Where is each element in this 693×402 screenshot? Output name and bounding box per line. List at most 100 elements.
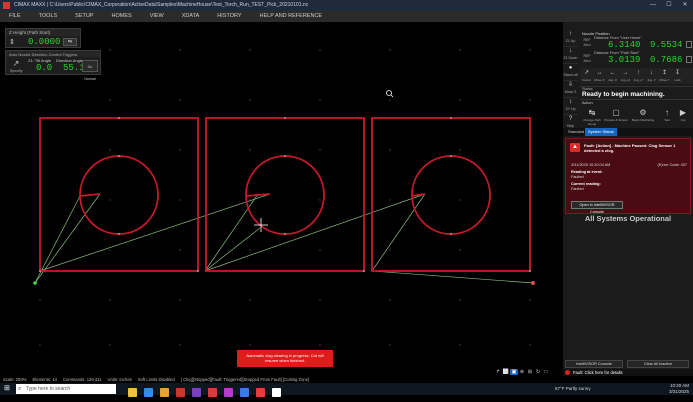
lock-button[interactable]: ↧ Lock — [671, 68, 684, 84]
z-tools-column: ↑ Z1 Up ↓ Z1 Down ● Stand-off ⇩ Move Z ↕ XY U… — [563, 30, 578, 140]
test-icon: ↑ — [665, 108, 669, 117]
jog-minus-y-button[interactable]: ↓ Jog -Y — [645, 68, 658, 84]
taskbar-app-1-icon[interactable] — [128, 388, 137, 397]
direction-arrow-icon: ↗ — [12, 59, 20, 68]
taskbar-app-2-icon[interactable] — [144, 388, 153, 397]
preview-screen-button[interactable]: ▢ Preview & Screen — [604, 108, 628, 124]
user-home-lock-icon[interactable] — [686, 41, 692, 48]
units-readout: Units: Inches — [107, 377, 132, 382]
scale-readout: Scale: 294% — [3, 377, 27, 382]
z1-down-button[interactable]: ↓ Z1 Down — [563, 47, 578, 64]
z1-up-button[interactable]: ↑ Z1 Up — [563, 30, 578, 47]
z-height-toggle-button[interactable]: ⇆ — [63, 38, 77, 46]
fault-indicator-icon — [565, 370, 570, 375]
menu-help[interactable]: HELP AND REFERENCE — [251, 11, 332, 22]
user-home-ref-button[interactable]: REF — [582, 38, 592, 42]
path-start-x-value: 3.0139 — [608, 55, 641, 65]
change-path-group-button[interactable]: ↹ Change Path Group — [582, 108, 602, 126]
z-height-icon: ⇕ — [9, 39, 15, 46]
move-y-button[interactable]: ↥ Move Y — [658, 68, 671, 84]
jog-plus-y-button[interactable]: ↑ Jog +Y — [632, 68, 645, 84]
menu-view[interactable]: VIEW — [141, 11, 173, 22]
taskbar-app-7-icon[interactable] — [224, 388, 233, 397]
begin-machining-button[interactable]: ⚙ Begin Machining — [630, 108, 656, 124]
path-start-lock-icon[interactable] — [686, 56, 692, 63]
lock-icon: ↧ — [674, 70, 681, 76]
user-home-zero-button[interactable]: Zero — [582, 43, 592, 47]
menu-file[interactable]: FILE — [0, 11, 30, 22]
view-tool-7-icon[interactable]: □ — [542, 369, 550, 375]
direction-specify-button[interactable]: ↗ Specify — [9, 59, 23, 73]
view-tool-2-icon[interactable]: ⬜ — [502, 369, 510, 375]
machine-status: Status Ready to begin machining. — [580, 86, 693, 100]
bottom-status-bar: Scale: 294% Elements: 44 Commands: 126,411… — [0, 376, 563, 383]
help-icon: ? — [568, 116, 573, 122]
jog-minus-y-label: Jog -Y — [647, 78, 656, 82]
taskbar-search-input[interactable]: ⌕ Type here to search — [16, 384, 116, 394]
magnifier-cursor-icon — [386, 90, 394, 98]
tab-standard[interactable]: Standard — [565, 128, 587, 136]
view-tool-5-icon[interactable]: ⊞ — [526, 369, 534, 375]
menu-tools[interactable]: TOOLS — [30, 11, 67, 22]
clear-all-inactive-button[interactable]: Clear All Inactive — [627, 360, 689, 368]
menu-setup[interactable]: SETUP — [66, 11, 102, 22]
move-z-button[interactable]: ⇩ Move Z — [563, 81, 578, 98]
clog-clearing-toast: Automatic clog clearing in progress. Cut… — [237, 350, 333, 367]
stand-off-button[interactable]: ● Stand-off — [563, 64, 578, 81]
jog-plus-y-label: Jog +Y — [633, 78, 644, 82]
taskbar-app-9-icon[interactable] — [256, 388, 265, 397]
begin-machining-label: Begin Machining — [631, 118, 655, 122]
path-start-y-value: 0.7686 — [650, 55, 683, 65]
xy-up-button[interactable]: ↕ XY Up — [563, 98, 578, 115]
taskbar-app-8-icon[interactable] — [240, 388, 249, 397]
taskbar-app-10-icon[interactable] — [272, 388, 281, 397]
machine-state-readout: [ Clog][Stopped][Fault: Triggered][Stopp… — [180, 377, 310, 382]
fault-details-bar[interactable]: Fault: Click here for details — [563, 369, 693, 376]
close-button[interactable]: ✕ — [677, 0, 693, 11]
go-normal-button[interactable]: Go Normal — [82, 60, 98, 81]
windows-start-icon[interactable]: ⊞ — [4, 385, 12, 393]
test-label: Test — [664, 118, 670, 122]
current-reading-label: Current reading: — [571, 182, 601, 186]
minimize-button[interactable]: — — [645, 0, 661, 11]
jog-plus-x-button[interactable]: → Jog +X — [619, 68, 632, 84]
elements-count: Elements: 44 — [32, 377, 57, 382]
system-clock[interactable]: 10:20 AM 3/31/2025 — [669, 383, 689, 395]
taskbar-app-5-icon[interactable] — [192, 388, 201, 397]
clock-date: 3/31/2025 — [668, 389, 689, 394]
view-tool-3-icon[interactable]: ▣ — [510, 369, 518, 375]
menu-homes[interactable]: HOMES — [103, 11, 141, 22]
action-panel: Action ↹ Change Path Group ▢ Preview & Scr… — [580, 101, 693, 128]
move-x-button[interactable]: ↔ Move X — [593, 68, 606, 84]
jog-vector-button[interactable]: ↗ Vector — [580, 68, 593, 84]
menu-xdata[interactable]: XDATA — [173, 11, 209, 22]
open-console-button[interactable]: Open in IntelliVISOR Console — [571, 201, 623, 214]
system-health-message: All Systems Operational — [584, 214, 672, 223]
cut-icon: ▶ — [679, 108, 687, 117]
menu-history[interactable]: HISTORY — [208, 11, 250, 22]
view-tool-1-icon[interactable]: ↱ — [494, 369, 502, 375]
path-start-ref-button[interactable]: REF — [582, 54, 592, 58]
weather-widget[interactable]: 57°F Partly sunny — [555, 386, 591, 391]
windows-taskbar: ⊞ ⌕ Type here to search 57°F Partly sunn… — [0, 383, 693, 397]
taskbar-app-6-icon[interactable] — [208, 388, 217, 397]
zoom-icon[interactable]: ⊕ — [518, 369, 526, 375]
tab-system-status[interactable]: System Status — [585, 128, 617, 136]
test-button[interactable]: ↑ Test — [660, 108, 674, 124]
move-z-icon: ⇩ — [567, 82, 574, 88]
path-start-zero-button[interactable]: Zero — [582, 59, 592, 63]
warning-icon: ▲ — [570, 143, 580, 152]
jog-controls: ↗ Vector ↔ Move X ← Jog -X → Jog +X ↑ Jog +Y ↓ Jog … — [580, 68, 693, 84]
maximize-button[interactable]: ☐ — [661, 0, 677, 11]
soft-limits-readout: Soft Limits Disabled — [137, 377, 175, 382]
reading-at-event-value: Faulted — [571, 175, 584, 179]
refresh-icon[interactable]: ↻ — [534, 369, 542, 375]
change-path-group-label: Change Path Group — [583, 118, 601, 126]
cut-button[interactable]: ▶ Cut — [676, 108, 690, 124]
jog-minus-x-button[interactable]: ← Jog -X — [606, 68, 619, 84]
taskbar-app-3-icon[interactable] — [160, 388, 169, 397]
intellivisor-console-button[interactable]: IntelliVISOR Console — [565, 360, 623, 368]
xy-up-icon: ↕ — [569, 99, 572, 105]
taskbar-app-4-icon[interactable] — [176, 388, 185, 397]
reading-at-event-label: Reading at event: — [571, 170, 603, 174]
